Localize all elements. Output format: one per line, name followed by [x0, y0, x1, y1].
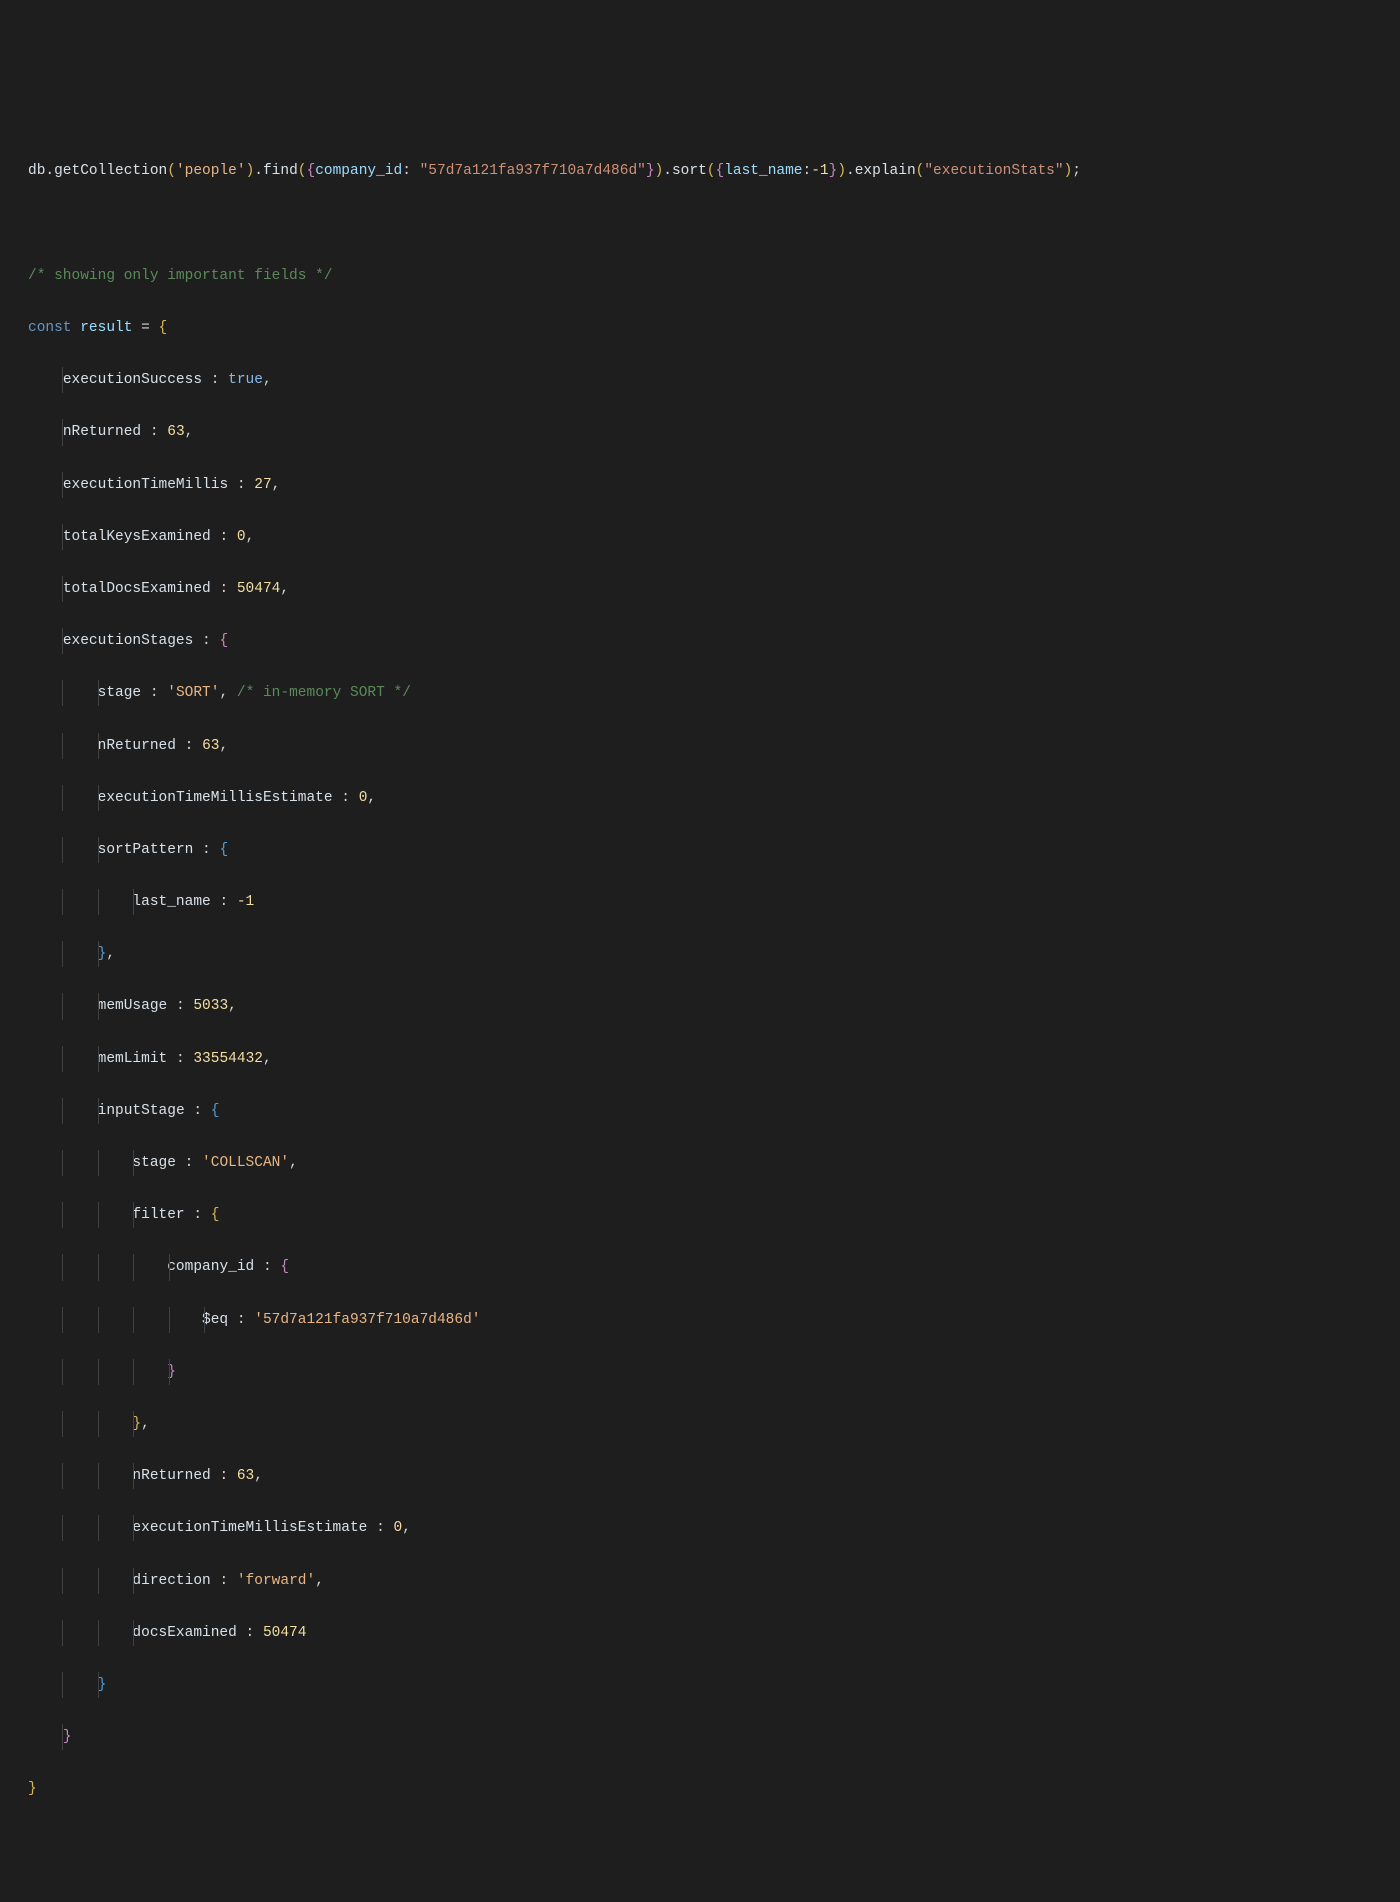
code-token: last_name: [724, 163, 802, 179]
code-token: 0: [393, 1520, 402, 1536]
code-token: "57d7a121fa937f710a7d486d": [420, 163, 646, 179]
code-token: .sort: [663, 163, 707, 179]
code-token: docsExamined: [132, 1625, 236, 1641]
comment: /* showing only important fields */: [28, 268, 333, 284]
code-token: $eq: [202, 1312, 228, 1328]
code-token: filter: [132, 1207, 184, 1223]
code-token: result: [80, 320, 132, 336]
code-token: .explain: [846, 163, 916, 179]
code-token: company_id: [315, 163, 402, 179]
code-token: 5033: [193, 998, 228, 1014]
code-token: -1: [811, 163, 828, 179]
code-token: 50474: [263, 1625, 307, 1641]
code-token: -1: [237, 894, 254, 910]
code-token: 'COLLSCAN': [202, 1155, 289, 1171]
code-line: nReturned : 63,: [28, 1463, 1380, 1489]
code-line: inputStage : {: [28, 1098, 1380, 1124]
code-token: 'SORT': [167, 685, 219, 701]
code-line: stage : 'COLLSCAN',: [28, 1150, 1380, 1176]
code-line: }: [28, 1724, 1380, 1750]
code-token: totalKeysExamined: [63, 529, 211, 545]
code-token: last_name: [132, 894, 210, 910]
code-line: memUsage : 5033,: [28, 993, 1380, 1019]
code-line: executionTimeMillis : 27,: [28, 472, 1380, 498]
code-line: executionStages : {: [28, 628, 1380, 654]
code-line: [28, 211, 1380, 237]
code-line: },: [28, 941, 1380, 967]
code-token: "executionStats": [924, 163, 1063, 179]
code-token: inputStage: [98, 1103, 185, 1119]
code-token: 'forward': [237, 1573, 315, 1589]
code-token: sortPattern: [98, 842, 194, 858]
code-token: stage: [98, 685, 142, 701]
code-line: /* showing only important fields */: [28, 263, 1380, 289]
code-token: nReturned: [63, 424, 141, 440]
comment: /* in-memory SORT */: [237, 685, 411, 701]
code-token: 33554432: [193, 1051, 263, 1067]
code-line: nReturned : 63,: [28, 419, 1380, 445]
code-line: sortPattern : {: [28, 837, 1380, 863]
code-token: .getCollection: [45, 163, 167, 179]
code-line: last_name : -1: [28, 889, 1380, 915]
code-line: memLimit : 33554432,: [28, 1046, 1380, 1072]
code-token: direction: [132, 1573, 210, 1589]
code-token: 0: [237, 529, 246, 545]
code-token: 63: [237, 1468, 254, 1484]
code-editor[interactable]: db.getCollection('people').find({company…: [28, 132, 1380, 1828]
code-token: .find: [254, 163, 298, 179]
code-token: executionSuccess: [63, 372, 202, 388]
code-line: filter : {: [28, 1202, 1380, 1228]
code-line: }: [28, 1672, 1380, 1698]
code-token: stage: [132, 1155, 176, 1171]
code-line: executionSuccess : true,: [28, 367, 1380, 393]
code-line: }: [28, 1359, 1380, 1385]
code-line: }: [28, 1776, 1380, 1802]
code-line: nReturned : 63,: [28, 733, 1380, 759]
code-line: company_id : {: [28, 1254, 1380, 1280]
code-line: direction : 'forward',: [28, 1568, 1380, 1594]
code-token: memUsage: [98, 998, 168, 1014]
code-line: totalKeysExamined : 0,: [28, 524, 1380, 550]
code-token: true: [228, 372, 263, 388]
code-token: nReturned: [132, 1468, 210, 1484]
code-token: nReturned: [98, 738, 176, 754]
code-token: executionTimeMillisEstimate: [132, 1520, 367, 1536]
code-token: 27: [254, 477, 271, 493]
code-line: const result = {: [28, 315, 1380, 341]
code-token: '57d7a121fa937f710a7d486d': [254, 1312, 480, 1328]
code-line: $eq : '57d7a121fa937f710a7d486d': [28, 1307, 1380, 1333]
code-line: executionTimeMillisEstimate : 0,: [28, 785, 1380, 811]
code-token: totalDocsExamined: [63, 581, 211, 597]
code-line: docsExamined : 50474: [28, 1620, 1380, 1646]
code-token: 'people': [176, 163, 246, 179]
code-token: db: [28, 163, 45, 179]
code-line: stage : 'SORT', /* in-memory SORT */: [28, 680, 1380, 706]
code-line: },: [28, 1411, 1380, 1437]
code-token: const: [28, 320, 72, 336]
code-line: db.getCollection('people').find({company…: [28, 158, 1380, 184]
code-token: executionStages: [63, 633, 194, 649]
code-token: 63: [167, 424, 184, 440]
code-token: company_id: [167, 1259, 254, 1275]
code-token: 50474: [237, 581, 281, 597]
code-line: totalDocsExamined : 50474,: [28, 576, 1380, 602]
code-token: 63: [202, 738, 219, 754]
code-token: executionTimeMillisEstimate: [98, 790, 333, 806]
code-token: memLimit: [98, 1051, 168, 1067]
code-line: executionTimeMillisEstimate : 0,: [28, 1515, 1380, 1541]
code-token: executionTimeMillis: [63, 477, 228, 493]
